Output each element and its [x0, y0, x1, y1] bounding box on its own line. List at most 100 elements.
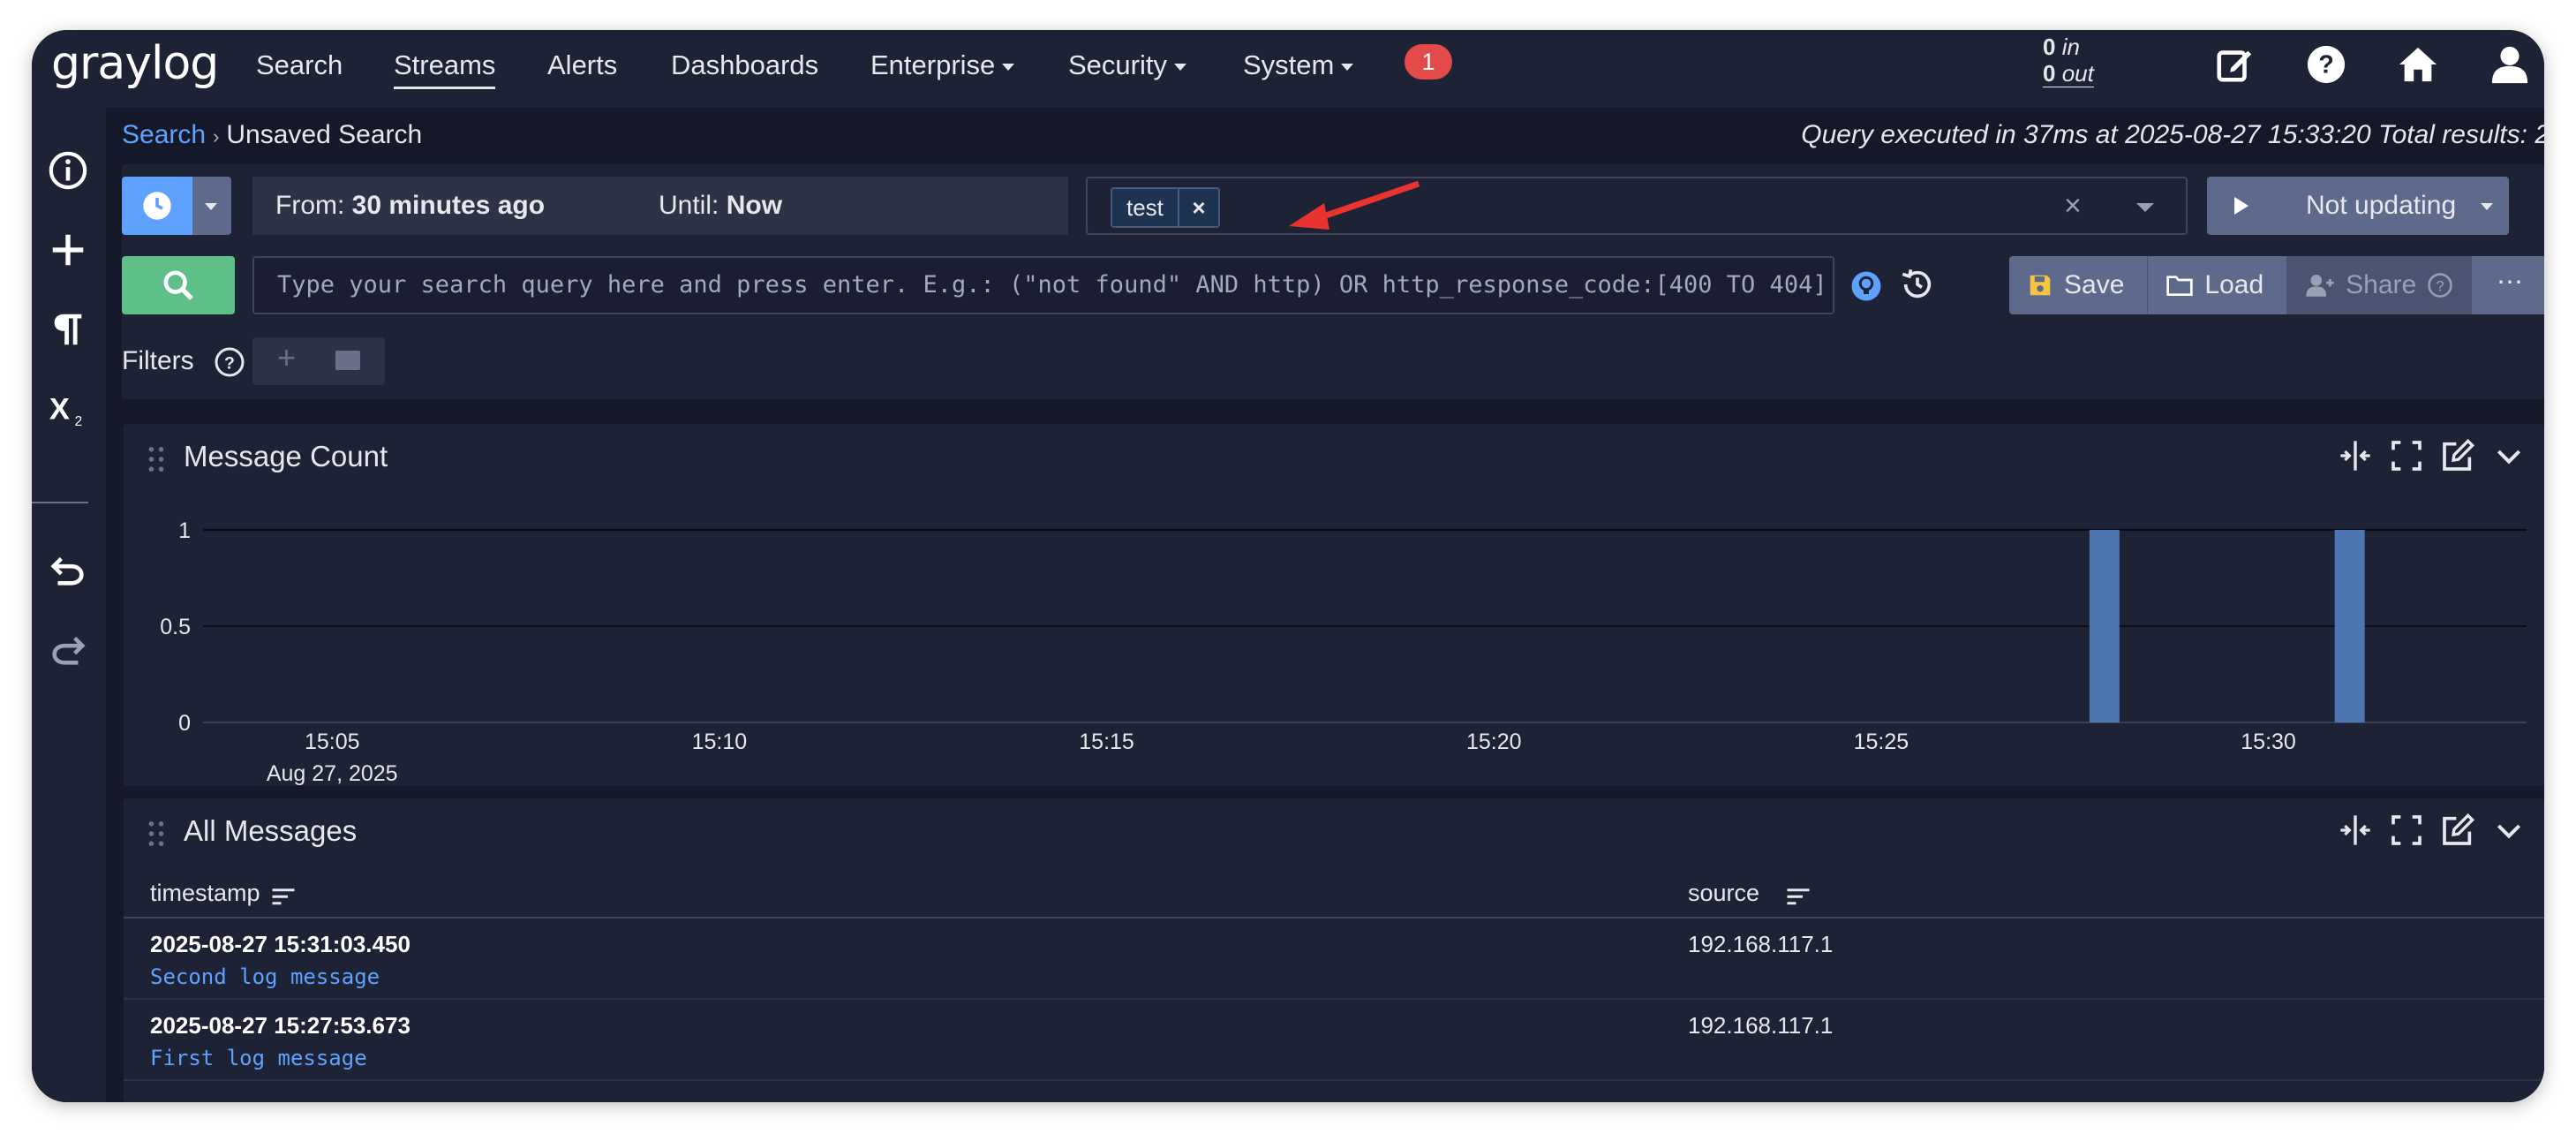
time-range-dropdown[interactable] — [192, 177, 231, 235]
breadcrumb-search-link[interactable]: Search — [122, 120, 206, 149]
save-icon — [2030, 275, 2051, 296]
graylog-logo[interactable]: graylog — [51, 37, 219, 90]
time-range-display[interactable]: From: 30 minutes ago Until: Now — [252, 177, 1068, 235]
stream-clear-button[interactable]: × — [2064, 189, 2082, 223]
svg-text:?: ? — [2318, 51, 2334, 79]
redo-icon[interactable] — [48, 629, 88, 669]
table-row[interactable]: 2025-08-27 15:31:03.450 Second log messa… — [124, 919, 2544, 1000]
row-message: First log message — [150, 1046, 367, 1070]
load-label: Load — [2204, 270, 2264, 299]
search-actions-group: Save Load Share ? — [2009, 256, 2478, 314]
nav-search[interactable]: Search — [256, 49, 343, 81]
stream-chip-remove-button[interactable]: × — [1177, 189, 1218, 226]
paragraph-icon[interactable] — [48, 309, 88, 350]
more-actions-button[interactable]: ⋯ — [2472, 256, 2544, 314]
svg-text:?: ? — [2437, 278, 2444, 294]
table-row[interactable]: 2025-08-27 15:27:53.673 First log messag… — [124, 1000, 2544, 1081]
y-tick-label: 1 — [178, 518, 191, 543]
history-icon[interactable] — [1900, 267, 1935, 302]
sort-icon[interactable] — [1785, 883, 1811, 910]
time-range-button[interactable] — [122, 177, 192, 235]
y-tick-label: 0 — [178, 711, 191, 736]
x-tick-label: 15:05 — [305, 730, 360, 754]
user-icon[interactable] — [2489, 44, 2530, 85]
time-until: Until: Now — [659, 177, 782, 235]
search-submit-button[interactable] — [122, 256, 235, 314]
drag-handle-icon[interactable] — [148, 447, 164, 472]
refresh-control-button[interactable]: Not updating — [2207, 177, 2509, 235]
breadcrumb-separator: › — [213, 125, 220, 147]
help-icon[interactable]: ? — [2306, 44, 2346, 85]
drag-handle-icon[interactable] — [148, 821, 164, 846]
filters-label: Filters — [122, 346, 194, 375]
info-icon[interactable] — [48, 150, 88, 191]
edit-icon[interactable] — [2440, 813, 2475, 848]
sidebar: X 2 — [32, 108, 106, 1102]
time-until-label: Until: — [659, 191, 719, 220]
throughput-out-value: 0 — [2043, 60, 2056, 87]
plus-icon[interactable] — [48, 230, 88, 270]
focus-icon[interactable] — [2338, 813, 2373, 848]
save-button[interactable]: Save — [2009, 256, 2149, 314]
stream-chip: test × — [1111, 187, 1220, 228]
nav-streams[interactable]: Streams — [394, 49, 496, 89]
stream-chip-label: test — [1112, 189, 1178, 226]
x-date-label: Aug 27, 2025 — [267, 761, 398, 786]
share-button[interactable]: Share ? — [2287, 256, 2478, 314]
lightbulb-icon[interactable] — [1850, 270, 1882, 302]
widget-actions — [2338, 813, 2527, 848]
time-from-value: 30 minutes ago — [351, 191, 546, 220]
fullscreen-icon[interactable] — [2389, 813, 2424, 848]
chevron-down-icon — [1341, 63, 1354, 71]
top-navbar: graylog Search Streams Alerts Dashboards… — [32, 30, 2544, 108]
annotation-arrow-icon — [1289, 180, 1420, 230]
parameters-icon[interactable]: X 2 — [48, 389, 88, 430]
row-timestamp: 2025-08-27 15:31:03.450 — [150, 931, 411, 957]
column-header-timestamp[interactable]: timestamp — [150, 880, 260, 907]
edit-icon[interactable] — [2214, 44, 2255, 85]
nav-system[interactable]: System — [1243, 49, 1354, 81]
throughput-out-label: out — [2061, 60, 2094, 87]
fullscreen-icon[interactable] — [2389, 438, 2424, 473]
chevron-down-icon[interactable] — [2491, 813, 2527, 848]
chevron-down-icon — [2481, 203, 2493, 210]
nav-dashboards[interactable]: Dashboards — [671, 49, 818, 81]
main-content: Search › Unsaved Search Query executed in … — [106, 108, 2544, 1102]
nav-security[interactable]: Security — [1068, 49, 1186, 81]
throughput-indicator[interactable]: 0 in 0 out — [2043, 34, 2094, 87]
help-icon[interactable]: ? — [214, 346, 245, 378]
focus-icon[interactable] — [2338, 438, 2373, 473]
x-tick-label: 15:15 — [1079, 730, 1134, 754]
widget-actions — [2338, 438, 2527, 473]
folder-icon — [2166, 276, 2194, 296]
notification-badge[interactable]: 1 — [1405, 44, 1452, 79]
chevron-down-icon — [1173, 63, 1186, 71]
nav-alerts[interactable]: Alerts — [547, 49, 617, 81]
throughput-in-value: 0 — [2043, 34, 2056, 60]
add-filter-button[interactable]: + — [277, 339, 296, 376]
widget-title: Message Count — [184, 440, 388, 472]
x-tick-label: 15:25 — [1854, 730, 1909, 754]
row-source: 192.168.117.1 — [1688, 1012, 1834, 1039]
undo-icon[interactable] — [48, 549, 88, 590]
chevron-down-icon[interactable] — [2491, 438, 2527, 473]
sort-icon[interactable] — [270, 883, 297, 910]
nav-enterprise[interactable]: Enterprise — [870, 49, 1015, 81]
svg-text:?: ? — [224, 354, 235, 374]
row-timestamp: 2025-08-27 15:27:53.673 — [150, 1012, 411, 1039]
clock-icon — [143, 192, 171, 220]
edit-icon[interactable] — [2440, 438, 2475, 473]
row-source: 192.168.117.1 — [1688, 931, 1834, 957]
search-query-input[interactable]: Type your search query here and press en… — [252, 256, 1834, 314]
row-message: Second log message — [150, 964, 380, 989]
chevron-down-icon — [1002, 63, 1015, 71]
load-button[interactable]: Load — [2148, 256, 2288, 314]
column-header-source[interactable]: source — [1688, 880, 1759, 907]
chevron-down-icon[interactable] — [2136, 203, 2154, 212]
sidebar-divider — [32, 502, 88, 503]
stream-filter-select[interactable]: test × × — [1086, 177, 2188, 235]
home-icon[interactable] — [2398, 44, 2438, 85]
breadcrumb-current: Unsaved Search — [226, 120, 423, 149]
folder-icon[interactable] — [335, 351, 360, 370]
time-from-label: From: — [275, 191, 345, 220]
